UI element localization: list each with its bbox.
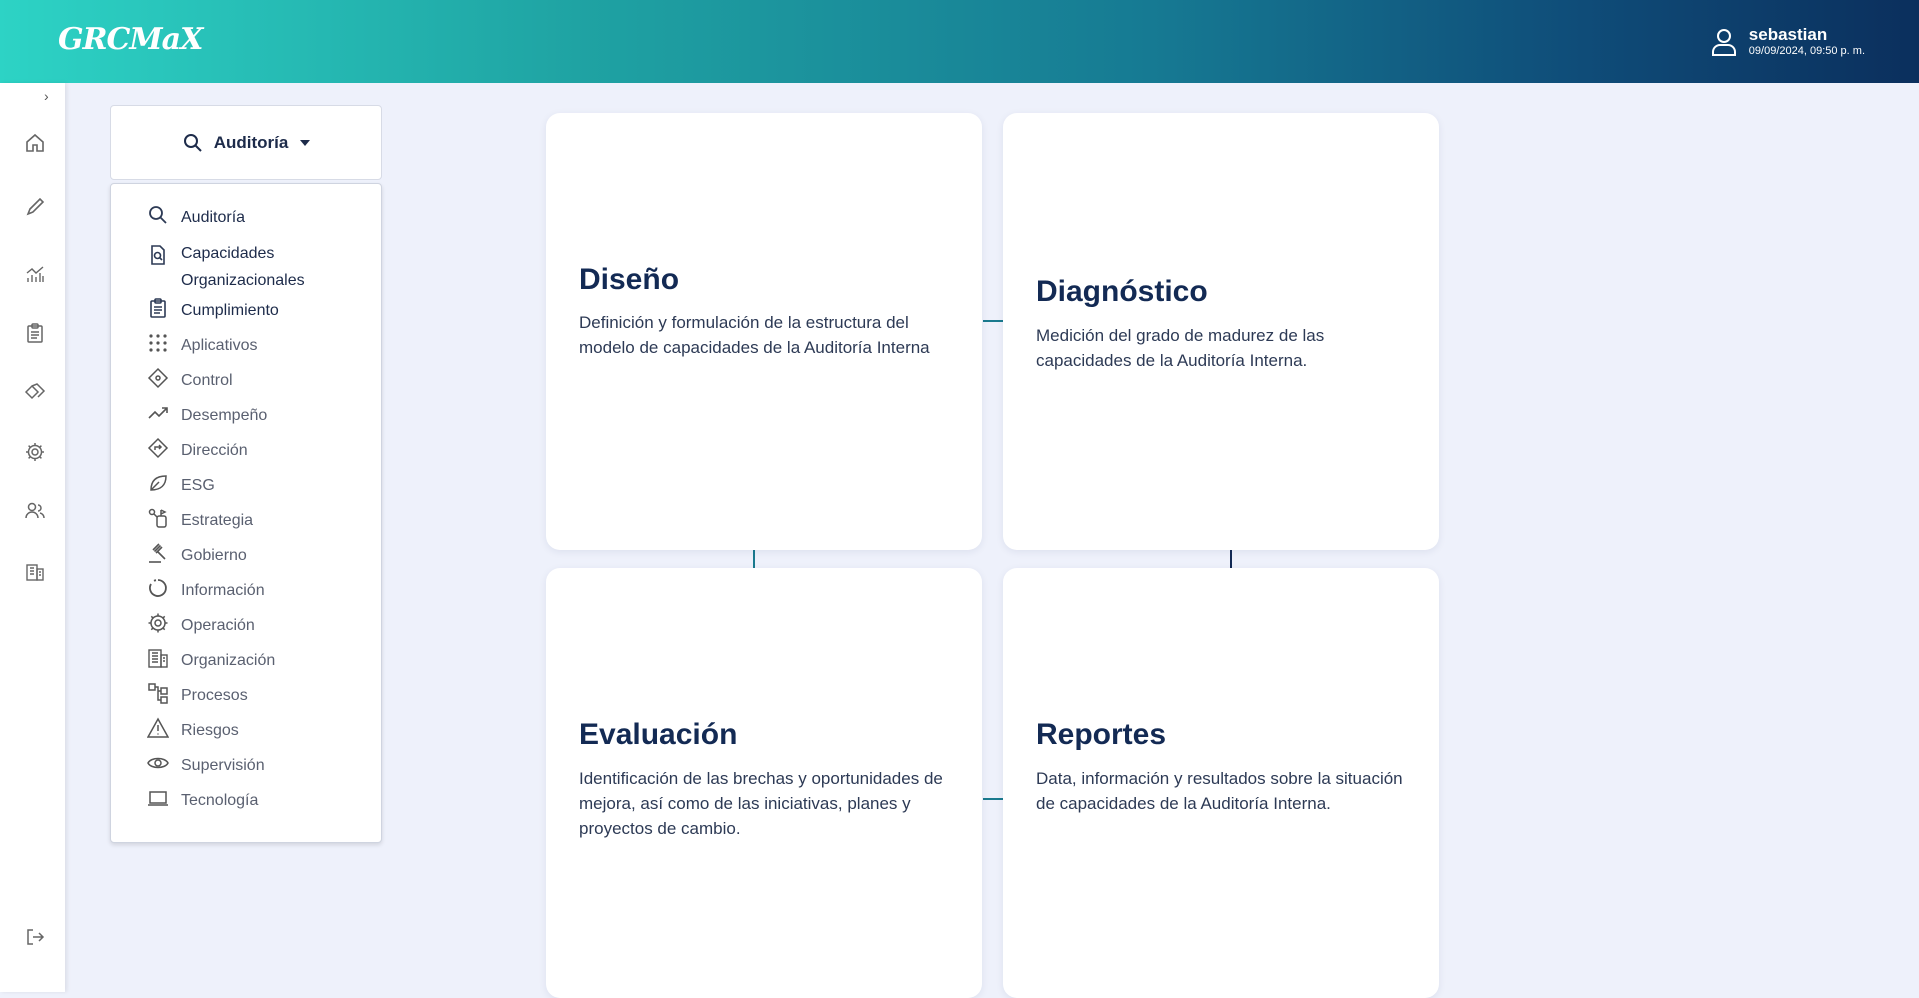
search-icon <box>149 206 167 224</box>
process-icon <box>148 683 168 704</box>
search-icon <box>183 133 202 152</box>
top-header: GRCMaX sebastian 09/09/2024, 09:50 p. m. <box>0 0 1919 83</box>
doc-search-icon <box>151 245 165 265</box>
menu-item-cumplimiento[interactable]: Cumplimiento <box>147 297 279 324</box>
module-menu: Auditoría Capacidades Organizacionales Cu… <box>110 183 382 843</box>
warning-icon <box>147 717 169 738</box>
menu-item-supervision[interactable]: Supervisión <box>147 752 265 779</box>
menu-item-operacion[interactable]: Operación <box>147 612 255 639</box>
card-diagnostico[interactable]: Diagnóstico Medición del grado de madure… <box>1003 113 1439 550</box>
menu-item-organizacion[interactable]: Organización <box>147 647 275 674</box>
gear-icon <box>148 613 168 633</box>
clipboard-list-icon <box>150 298 166 318</box>
eye-icon <box>147 757 169 769</box>
donut-icon <box>149 579 167 597</box>
gear-icon[interactable] <box>24 441 46 463</box>
app-logo[interactable]: GRCMaX <box>58 22 203 57</box>
connector-line <box>753 550 755 568</box>
card-diseno[interactable]: Diseño Definición y formulación de la es… <box>546 113 982 550</box>
menu-item-aplicativos[interactable]: Aplicativos <box>147 332 257 359</box>
card-description: Definición y formulación de la estructur… <box>579 313 930 357</box>
user-name: sebastian <box>1748 25 1828 44</box>
laptop-icon <box>148 791 168 806</box>
module-selector[interactable]: Auditoría <box>110 105 382 180</box>
card-evaluacion[interactable]: Evaluación Identificación de las brechas… <box>546 568 982 998</box>
menu-item-desempeno[interactable]: Desempeño <box>147 402 267 429</box>
connector-line <box>1230 550 1232 568</box>
menu-item-gobierno[interactable]: Gobierno <box>147 542 247 569</box>
menu-item-informacion[interactable]: Información <box>147 577 265 604</box>
chevron-down-icon <box>300 139 311 146</box>
menu-item-riesgos[interactable]: Riesgos <box>147 717 239 744</box>
connector-line <box>983 320 1003 322</box>
connector-line <box>983 798 1003 800</box>
card-title: Evaluación <box>579 718 738 751</box>
building-icon <box>148 649 168 668</box>
chart-icon[interactable] <box>24 263 46 285</box>
user-icon <box>1711 28 1736 56</box>
rail-expand-button[interactable]: › <box>44 88 49 104</box>
menu-item-direccion[interactable]: Dirección <box>147 437 248 464</box>
card-title: Reportes <box>1036 718 1167 751</box>
user-datetime: 09/09/2024, 09:50 p. m. <box>1748 45 1865 57</box>
user-info[interactable]: sebastian 09/09/2024, 09:50 p. m. <box>1711 25 1865 58</box>
direction-icon <box>147 437 169 459</box>
card-description: Data, información y resultados sobre la … <box>1036 769 1403 813</box>
menu-item-auditoria[interactable]: Auditoría <box>147 204 245 231</box>
logout-icon[interactable] <box>24 926 46 948</box>
menu-item-tecnologia[interactable]: Tecnología <box>147 787 258 814</box>
menu-item-esg[interactable]: ESG <box>147 472 215 499</box>
users-icon[interactable] <box>24 500 46 522</box>
menu-item-estrategia[interactable]: Estrategia <box>147 507 253 534</box>
card-title: Diagnóstico <box>1036 275 1208 308</box>
strategy-icon <box>148 508 167 528</box>
clipboard-icon[interactable] <box>24 322 46 344</box>
card-title: Diseño <box>579 263 680 296</box>
menu-item-capacidades[interactable]: Capacidades Organizacionales <box>147 240 305 294</box>
pencil-icon[interactable] <box>24 196 46 218</box>
trending-icon <box>148 407 168 419</box>
building-icon[interactable] <box>24 560 46 582</box>
leaf-icon <box>150 475 167 491</box>
card-reportes[interactable]: Reportes Data, información y resultados … <box>1003 568 1439 998</box>
side-rail: › <box>0 83 65 992</box>
card-description: Identificación de las brechas y oportuni… <box>579 769 943 838</box>
menu-item-procesos[interactable]: Procesos <box>147 682 248 709</box>
control-icon <box>147 367 169 389</box>
handshake-icon[interactable] <box>24 381 46 403</box>
grid-dots-icon <box>149 334 167 352</box>
card-description: Medición del grado de madurez de las cap… <box>1036 326 1325 370</box>
menu-item-control[interactable]: Control <box>147 367 233 394</box>
gavel-icon <box>149 543 166 563</box>
module-selector-label: Auditoría <box>213 132 289 152</box>
home-icon[interactable] <box>24 132 46 154</box>
